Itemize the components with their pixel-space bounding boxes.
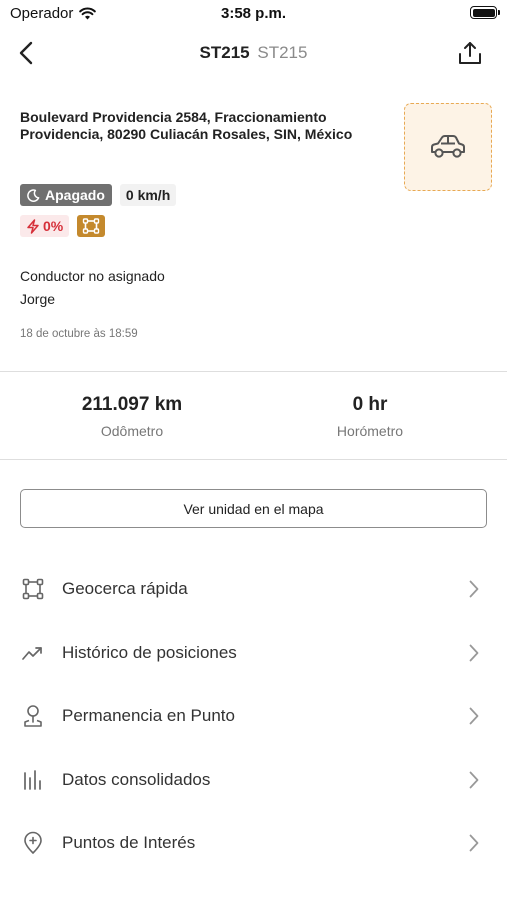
moon-icon	[27, 188, 40, 202]
page-title: ST215 ST215	[0, 43, 507, 63]
status-badges: Apagado 0 km/h	[20, 184, 177, 206]
chevron-right-icon	[467, 706, 481, 726]
menu-item-geofence[interactable]: Geocerca rápida	[0, 564, 507, 614]
menu-item-position-history[interactable]: Histórico de posiciones	[0, 628, 507, 678]
menu-item-label: Permanencia en Punto	[62, 706, 235, 725]
trend-icon	[20, 640, 46, 666]
divider	[0, 371, 507, 372]
battery-badge: 0%	[20, 215, 70, 237]
divider	[0, 459, 507, 460]
share-icon	[459, 42, 481, 64]
share-button[interactable]	[455, 38, 485, 68]
secondary-badges: 0%	[20, 215, 106, 237]
location-pin-icon	[20, 703, 46, 729]
last-update-timestamp: 18 de octubre às 18:59	[20, 328, 138, 340]
clock: 3:58 p.m.	[220, 5, 287, 22]
view-on-map-button[interactable]: Ver unidad en el mapa	[20, 489, 487, 528]
menu-item-label: Histórico de posiciones	[62, 643, 237, 662]
battery-icon	[470, 6, 500, 19]
unit-subtitle: ST215	[257, 43, 308, 62]
menu-item-points-of-interest[interactable]: Puntos de Interés	[0, 818, 507, 868]
unit-id: ST215	[199, 43, 250, 62]
poi-icon	[20, 830, 46, 856]
menu-item-label: Datos consolidados	[62, 770, 211, 789]
address-line-1: Boulevard Providencia 2584, Fraccionamie…	[20, 109, 327, 125]
odometer-stat: 211.097 km Odômetro	[22, 394, 242, 439]
status-bar: Operador 3:58 p.m.	[0, 0, 507, 28]
chevron-right-icon	[467, 579, 481, 599]
address: Boulevard Providencia 2584, Fraccionamie…	[20, 109, 390, 143]
geofence-icon	[20, 576, 46, 602]
menu-item-label: Puntos de Interés	[62, 833, 196, 852]
bar-chart-icon	[20, 767, 46, 793]
ignition-status-label: Apagado	[45, 187, 105, 203]
odometer-value: 211.097 km	[81, 394, 183, 415]
hourmeter-stat: 0 hr Horómetro	[260, 394, 480, 439]
address-line-2: Providencia, 80290 Culiacán Rosales, SIN…	[20, 126, 353, 142]
battery-level-label: 0%	[43, 218, 64, 234]
car-icon	[431, 135, 465, 158]
driver-status: Conductor no asignado	[20, 268, 165, 284]
ignition-status-badge: Apagado	[20, 184, 112, 206]
chevron-right-icon	[467, 643, 481, 663]
nav-bar: ST215 ST215	[0, 30, 507, 76]
menu-item-label: Geocerca rápida	[62, 579, 188, 598]
speed-label: 0 km/h	[125, 187, 171, 203]
geofence-icon	[83, 218, 100, 234]
menu-item-consolidated-data[interactable]: Datos consolidados	[0, 755, 507, 805]
speed-badge: 0 km/h	[119, 184, 177, 206]
chevron-right-icon	[467, 833, 481, 853]
geofence-badge	[77, 215, 106, 237]
vehicle-image[interactable]	[404, 103, 492, 191]
odometer-label: Odômetro	[100, 423, 164, 439]
lightning-icon	[27, 218, 39, 234]
hourmeter-label: Horómetro	[336, 423, 404, 439]
driver-name: Jorge	[20, 291, 56, 307]
chevron-right-icon	[467, 770, 481, 790]
menu-item-dwell-time[interactable]: Permanencia en Punto	[0, 691, 507, 741]
hourmeter-value: 0 hr	[352, 394, 388, 415]
